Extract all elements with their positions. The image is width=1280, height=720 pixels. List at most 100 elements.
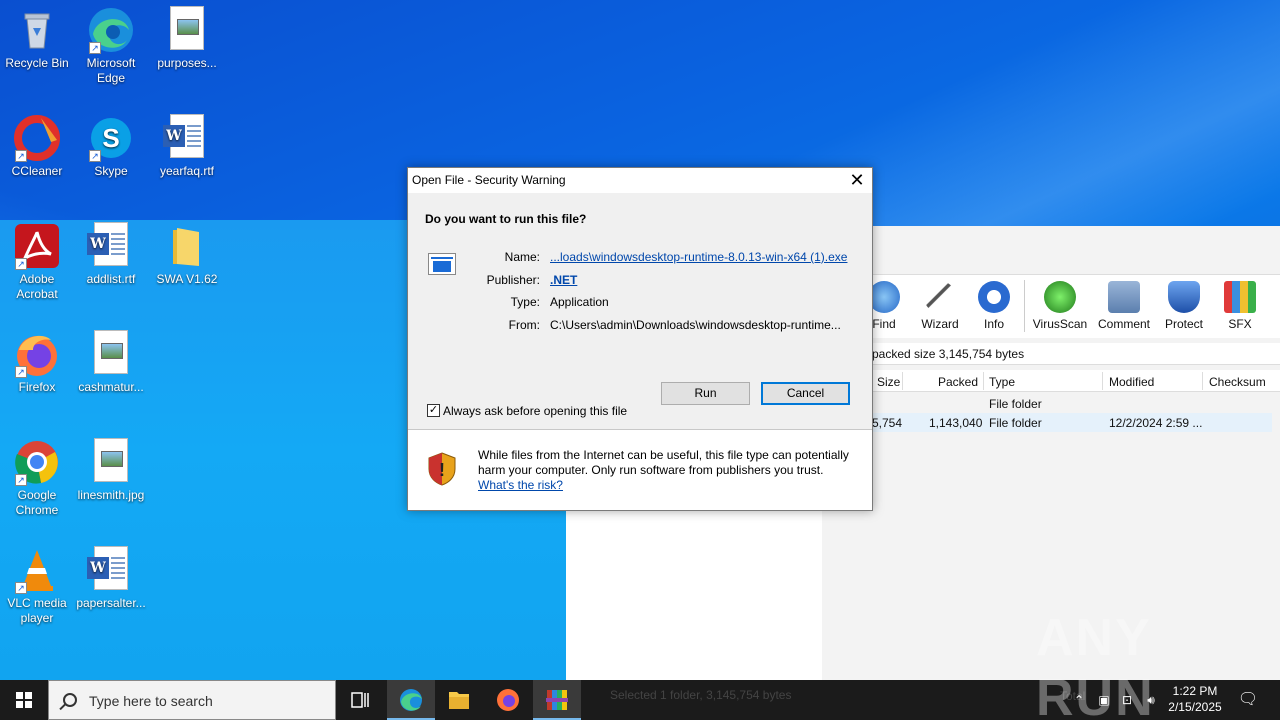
- archive-books-icon: [546, 690, 568, 710]
- column-checksum[interactable]: Checksum: [1209, 375, 1266, 389]
- file-name-link[interactable]: ...loads\windowsdesktop-runtime-8.0.13-w…: [550, 250, 847, 264]
- shortcut-arrow-icon: ↗: [15, 366, 27, 378]
- shortcut-arrow-icon: ↗: [89, 150, 101, 162]
- desktop-icon-label: papersalter...: [76, 596, 146, 610]
- row-type: File folder: [989, 416, 1042, 430]
- desktop-icon-cashmatur[interactable]: cashmatur...: [74, 324, 148, 395]
- skype-icon: S ↗: [87, 114, 135, 162]
- desktop-icon-skype[interactable]: S ↗ Skype: [74, 108, 148, 179]
- taskbar-firefox[interactable]: [484, 680, 532, 720]
- run-button[interactable]: Run: [661, 382, 750, 405]
- toolbar-divider: [1024, 280, 1025, 332]
- cancel-button[interactable]: Cancel: [761, 382, 850, 405]
- ccleaner-icon: ↗: [13, 114, 61, 162]
- start-button[interactable]: [0, 680, 48, 720]
- taskbar-file-explorer[interactable]: [435, 680, 483, 720]
- desktop-icon-edge[interactable]: ↗ Microsoft Edge: [74, 0, 148, 86]
- shortcut-arrow-icon: ↗: [15, 474, 27, 486]
- desktop-icon-label: CCleaner: [11, 164, 63, 178]
- desktop-icon-label: addlist.rtf: [86, 272, 136, 286]
- from-value: C:\Users\admin\Downloads\windowsdesktop-…: [550, 318, 841, 332]
- desktop-icon-addlist[interactable]: W addlist.rtf: [74, 216, 148, 287]
- publisher-link[interactable]: .NET: [550, 273, 577, 287]
- taskbar-winrar[interactable]: [533, 680, 581, 720]
- column-packed[interactable]: Packed: [938, 375, 978, 389]
- search-icon: [63, 693, 77, 707]
- desktop-icon-firefox[interactable]: ↗ Firefox: [0, 324, 74, 395]
- type-label: Type:: [510, 295, 540, 309]
- edge-icon: [400, 689, 422, 711]
- desktop-icon-chrome[interactable]: ↗ Google Chrome: [0, 432, 74, 518]
- desktop-icon-label: purposes...: [157, 56, 217, 70]
- desktop-icon-acrobat[interactable]: ↗ Adobe Acrobat: [0, 216, 74, 302]
- toolbar-protect[interactable]: Protect: [1154, 281, 1214, 331]
- taskbar-edge[interactable]: [387, 680, 435, 720]
- desktop-icon-label: Firefox: [18, 380, 56, 394]
- firefox-icon: ↗: [13, 330, 61, 378]
- column-size[interactable]: Size: [877, 375, 900, 389]
- desktop-icon-recycle-bin[interactable]: Recycle Bin: [0, 0, 74, 71]
- virus-icon: [1044, 281, 1076, 313]
- taskbar-search-box[interactable]: Type here to search: [48, 680, 336, 720]
- vlc-icon: ↗: [13, 546, 61, 594]
- warning-text-block: While files from the Internet can be use…: [478, 448, 863, 493]
- row-packed: 1,143,040: [929, 416, 983, 430]
- toolbar-virusscan[interactable]: VirusScan: [1030, 281, 1090, 331]
- toolbar-label: Info: [983, 317, 1004, 331]
- toolbar-label: Comment: [1097, 317, 1150, 331]
- desktop-icon-label: yearfaq.rtf: [159, 164, 215, 178]
- desktop-icon-label: cashmatur...: [78, 380, 144, 394]
- always-ask-checkbox[interactable]: ✓: [427, 404, 440, 417]
- desktop-icon-label: SWA V1.62: [156, 272, 218, 286]
- svg-text:S: S: [102, 123, 119, 153]
- watermark-logo: ANY RUN: [1036, 609, 1155, 720]
- close-icon[interactable]: ✕: [842, 168, 872, 193]
- firefox-icon: [497, 689, 519, 711]
- shortcut-arrow-icon: ↗: [89, 42, 101, 54]
- archiver-address-bar[interactable]: packed size 3,145,754 bytes: [872, 343, 1280, 365]
- dialog-footer: ! While files from the Internet can be u…: [408, 430, 872, 510]
- toolbar-comment[interactable]: Comment: [1094, 281, 1154, 331]
- toolbar-sfx[interactable]: SFX: [1210, 281, 1270, 331]
- desktop-icon-papersalter[interactable]: W papersalter...: [74, 540, 148, 611]
- task-view-button[interactable]: [336, 680, 384, 720]
- chrome-icon: ↗: [13, 438, 61, 486]
- desktop-icon-purposes[interactable]: purposes...: [150, 0, 224, 71]
- word-doc-icon: W: [163, 114, 211, 162]
- column-type[interactable]: Type: [989, 375, 1015, 389]
- desktop-icon-yearfaq[interactable]: W yearfaq.rtf: [150, 108, 224, 179]
- desktop-icon-linesmith[interactable]: linesmith.jpg: [74, 432, 148, 503]
- image-file-icon: [87, 438, 135, 486]
- desktop-icon-label: Google Chrome: [15, 488, 59, 517]
- dialog-question: Do you want to run this file?: [425, 212, 587, 226]
- desktop-icon-swa[interactable]: SWA V1.62: [150, 216, 224, 287]
- image-file-icon: [87, 330, 135, 378]
- toolbar-wizard[interactable]: Wizard: [910, 281, 970, 331]
- row-size: 5,754: [872, 416, 903, 430]
- windows-logo-icon: [16, 692, 32, 708]
- shield-icon: [1168, 281, 1200, 313]
- search-placeholder: Type here to search: [89, 693, 213, 709]
- row-type: File folder: [989, 397, 1042, 411]
- toolbar-label: SFX: [1228, 317, 1252, 331]
- recycle-bin-icon: [13, 6, 61, 54]
- column-modified[interactable]: Modified: [1109, 375, 1154, 389]
- acrobat-icon: ↗: [13, 222, 61, 270]
- toolbar-info[interactable]: Info: [964, 281, 1024, 331]
- name-label: Name:: [504, 250, 540, 264]
- table-row[interactable]: File folder: [872, 394, 1272, 412]
- dialog-title: Open File - Security Warning: [408, 168, 872, 193]
- table-row-selected[interactable]: 5,754 1,143,040 File folder 12/2/2024 2:…: [872, 413, 1272, 432]
- shortcut-arrow-icon: ↗: [15, 150, 27, 162]
- desktop-icon-label: Recycle Bin: [5, 56, 69, 70]
- risk-link[interactable]: What's the risk?: [478, 478, 863, 493]
- folder-icon: [449, 692, 469, 709]
- svg-text:!: !: [439, 460, 445, 480]
- publisher-label: Publisher:: [486, 273, 540, 287]
- desktop-icon-label: Microsoft Edge: [86, 56, 136, 85]
- desktop-icon-vlc[interactable]: ↗ VLC media player: [0, 540, 74, 626]
- dialog-body: Do you want to run this file? Name: ...l…: [408, 193, 872, 429]
- desktop-icon-ccleaner[interactable]: ↗ CCleaner: [0, 108, 74, 179]
- folder-icon: [163, 222, 211, 270]
- info-icon: [978, 281, 1010, 313]
